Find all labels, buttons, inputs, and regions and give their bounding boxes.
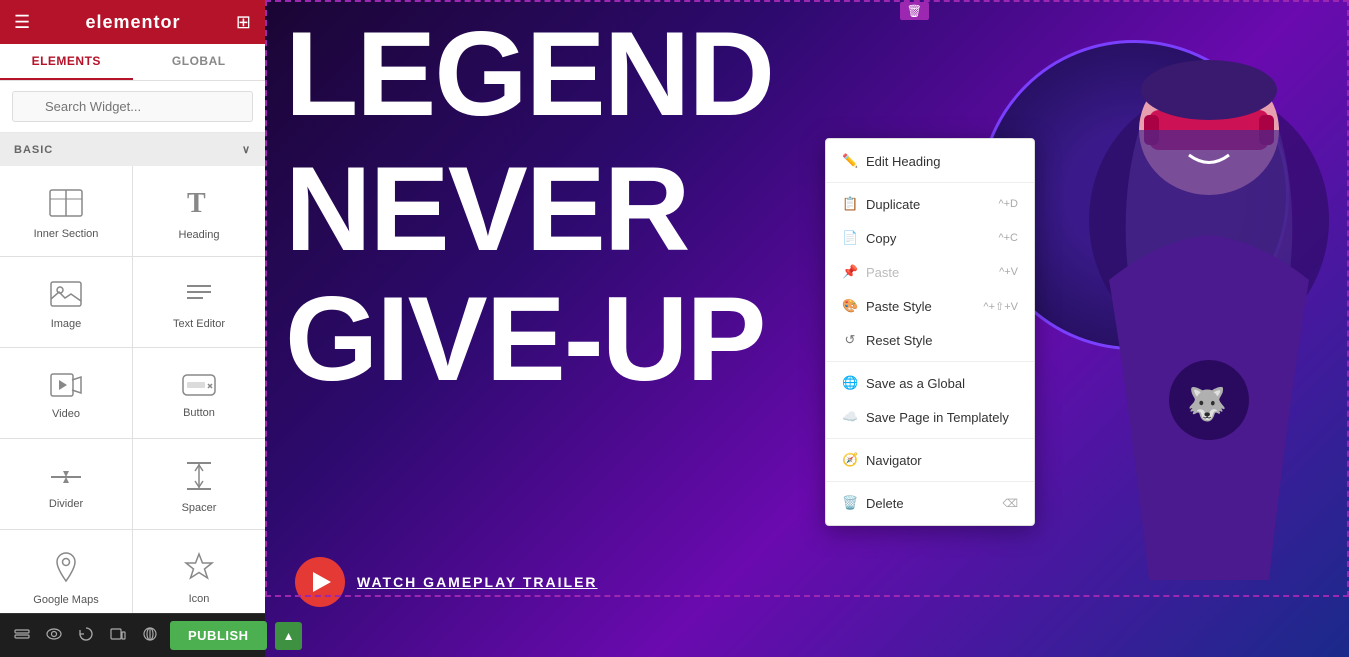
play-button[interactable] bbox=[295, 557, 345, 607]
duplicate-icon: 📋 bbox=[842, 196, 858, 212]
context-menu-reset-style[interactable]: ↺ Reset Style bbox=[826, 323, 1034, 357]
widget-label-button: Button bbox=[183, 407, 215, 419]
search-wrapper: 🔍 bbox=[12, 91, 253, 122]
context-menu-copy[interactable]: 📄 Copy ^+C bbox=[826, 221, 1034, 255]
spacer-icon bbox=[185, 461, 213, 495]
bottom-toolbar: PUBLISH ▲ bbox=[0, 613, 265, 657]
widget-google-maps[interactable]: Google Maps bbox=[0, 530, 132, 613]
widget-video[interactable]: Video bbox=[0, 348, 132, 438]
widget-label-google-maps: Google Maps bbox=[33, 594, 98, 606]
widget-inner-section[interactable]: Inner Section bbox=[0, 166, 132, 256]
widget-label-heading: Heading bbox=[179, 229, 220, 241]
panel-header: ☰ elementor ⊞ bbox=[0, 0, 265, 44]
separator-2 bbox=[826, 361, 1034, 362]
separator-4 bbox=[826, 481, 1034, 482]
video-icon bbox=[50, 373, 82, 401]
left-panel: ☰ elementor ⊞ ELEMENTS GLOBAL 🔍 BASIC ∨ bbox=[0, 0, 265, 657]
publish-arrow-button[interactable]: ▲ bbox=[275, 622, 303, 650]
copy-icon: 📄 bbox=[842, 230, 858, 246]
widget-text-editor[interactable]: Text Editor bbox=[133, 257, 265, 347]
divider-icon bbox=[49, 465, 83, 491]
search-box: 🔍 bbox=[0, 81, 265, 133]
paste-style-icon: 🎨 bbox=[842, 298, 858, 314]
context-menu-edit-heading[interactable]: ✏️ Edit Heading bbox=[826, 144, 1034, 178]
maps-icon bbox=[52, 551, 80, 587]
widget-label-icon: Icon bbox=[189, 593, 210, 605]
hamburger-icon[interactable]: ☰ bbox=[14, 12, 30, 33]
eye-icon[interactable] bbox=[42, 623, 66, 648]
publish-button[interactable]: PUBLISH bbox=[170, 621, 267, 650]
widget-heading[interactable]: T Heading bbox=[133, 166, 265, 256]
widget-icon[interactable]: Icon bbox=[133, 530, 265, 613]
widget-divider[interactable]: Divider bbox=[0, 439, 132, 529]
widget-label-spacer: Spacer bbox=[182, 502, 217, 514]
separator-3 bbox=[826, 438, 1034, 439]
grid-icon[interactable]: ⊞ bbox=[236, 12, 251, 33]
navigator-icon: 🧭 bbox=[842, 452, 858, 468]
inner-section-icon bbox=[49, 189, 83, 221]
context-menu-duplicate[interactable]: 📋 Duplicate ^+D bbox=[826, 187, 1034, 221]
watch-trailer: WATCH GAMEPLAY TRAILER bbox=[295, 557, 598, 607]
trash-icon: 🗑️ bbox=[842, 495, 858, 511]
pencil-icon: ✏️ bbox=[842, 153, 858, 169]
widgets-grid: Inner Section T Heading Image bbox=[0, 166, 265, 613]
watch-label[interactable]: WATCH GAMEPLAY TRAILER bbox=[357, 574, 598, 590]
context-menu: ✏️ Edit Heading 📋 Duplicate ^+D 📄 Copy ^… bbox=[825, 138, 1035, 526]
svg-text:🐺: 🐺 bbox=[1187, 386, 1227, 422]
history-icon[interactable] bbox=[74, 622, 98, 650]
hero-text-giveup: GIVE-UP bbox=[285, 285, 764, 393]
cloud-icon: ☁️ bbox=[842, 409, 858, 425]
context-menu-delete[interactable]: 🗑️ Delete ⌫ bbox=[826, 486, 1034, 520]
context-menu-paste-style[interactable]: 🎨 Paste Style ^+⇧+V bbox=[826, 289, 1034, 323]
globe-icon: 🌐 bbox=[842, 375, 858, 391]
device-icon[interactable] bbox=[106, 622, 130, 650]
preview-icon[interactable] bbox=[138, 622, 162, 650]
context-menu-navigator[interactable]: 🧭 Navigator bbox=[826, 443, 1034, 477]
layers-icon[interactable] bbox=[10, 622, 34, 650]
reset-icon: ↺ bbox=[842, 332, 858, 348]
hero-text-never: NEVER bbox=[285, 155, 688, 263]
svg-text:T: T bbox=[187, 188, 206, 218]
image-icon bbox=[50, 281, 82, 311]
heading-icon: T bbox=[184, 188, 214, 222]
canvas-background[interactable]: 🗑 LEGEND NEVER GIVE-UP WATCH GAMEPLAY TR… bbox=[265, 0, 1349, 657]
icon-icon bbox=[184, 552, 214, 586]
context-menu-save-global[interactable]: 🌐 Save as a Global bbox=[826, 366, 1034, 400]
widget-label-inner-section: Inner Section bbox=[34, 228, 99, 240]
hero-text-legend: LEGEND bbox=[285, 20, 773, 128]
widget-label-text-editor: Text Editor bbox=[173, 318, 225, 330]
canvas-area: 🗑 LEGEND NEVER GIVE-UP WATCH GAMEPLAY TR… bbox=[265, 0, 1349, 657]
widget-label-divider: Divider bbox=[49, 498, 83, 510]
widget-label-video: Video bbox=[52, 408, 80, 420]
widget-image[interactable]: Image bbox=[0, 257, 132, 347]
elementor-logo: elementor bbox=[86, 12, 181, 33]
tab-elements[interactable]: ELEMENTS bbox=[0, 44, 133, 80]
widget-button[interactable]: Button bbox=[133, 348, 265, 438]
panel-tabs: ELEMENTS GLOBAL bbox=[0, 44, 265, 81]
tab-global[interactable]: GLOBAL bbox=[133, 44, 266, 80]
play-triangle-icon bbox=[313, 572, 331, 592]
collapse-icon: ∨ bbox=[242, 143, 251, 156]
context-menu-save-page[interactable]: ☁️ Save Page in Templately bbox=[826, 400, 1034, 434]
button-icon bbox=[182, 374, 216, 400]
search-input[interactable] bbox=[12, 91, 253, 122]
paste-icon: 📌 bbox=[842, 264, 858, 280]
section-basic-label[interactable]: BASIC ∨ bbox=[0, 133, 265, 166]
widget-label-image: Image bbox=[51, 318, 82, 330]
text-editor-icon bbox=[183, 281, 215, 311]
context-menu-paste: 📌 Paste ^+V bbox=[826, 255, 1034, 289]
separator-1 bbox=[826, 182, 1034, 183]
widget-spacer[interactable]: Spacer bbox=[133, 439, 265, 529]
delete-handle[interactable]: 🗑 bbox=[900, 2, 929, 20]
